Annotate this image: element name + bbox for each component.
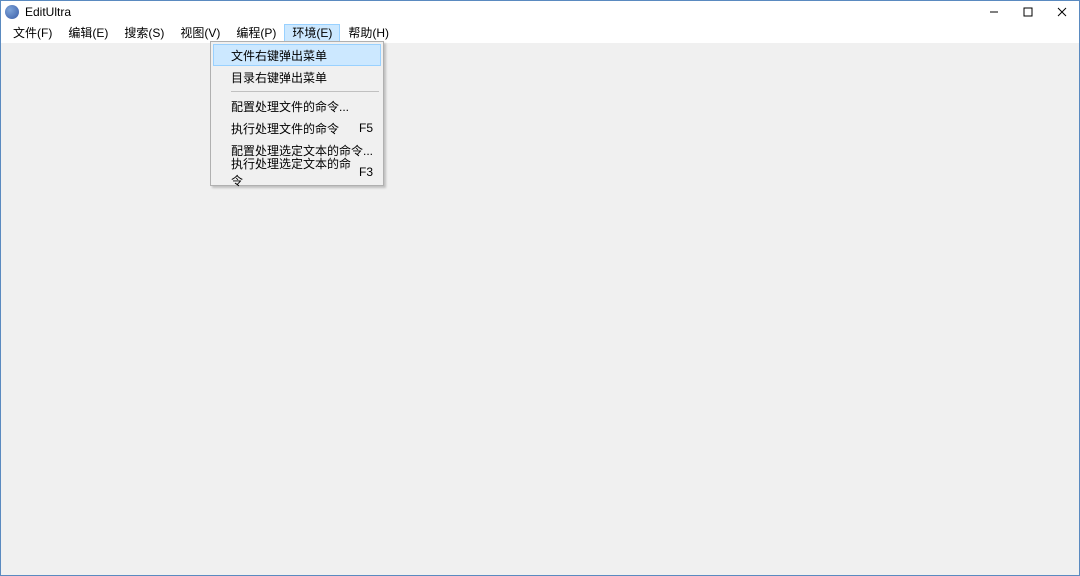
- dropdown-item-run-file-cmd[interactable]: 执行处理文件的命令 F5: [213, 117, 381, 139]
- window-controls: [977, 1, 1079, 23]
- menu-search[interactable]: 搜索(S): [116, 24, 172, 42]
- menu-help[interactable]: 帮助(H): [340, 24, 397, 42]
- dropdown-item-label: 执行处理选定文本的命令: [231, 155, 359, 189]
- menubar: 文件(F) 编辑(E) 搜索(S) 视图(V) 编程(P) 环境(E) 帮助(H…: [1, 23, 1079, 43]
- dropdown-item-label: 执行处理文件的命令: [231, 120, 339, 137]
- minimize-button[interactable]: [977, 1, 1011, 23]
- titlebar: EditUltra: [1, 1, 1079, 23]
- dropdown-item-shortcut: F3: [359, 165, 373, 179]
- dropdown-item-run-text-cmd[interactable]: 执行处理选定文本的命令 F3: [213, 161, 381, 183]
- menu-environment[interactable]: 环境(E): [284, 24, 340, 42]
- dropdown-item-config-file-cmd[interactable]: 配置处理文件的命令...: [213, 95, 381, 117]
- window-title: EditUltra: [25, 5, 71, 19]
- dropdown-item-label: 目录右键弹出菜单: [231, 69, 327, 86]
- app-icon: [5, 5, 19, 19]
- dropdown-item-label: 配置处理文件的命令...: [231, 98, 349, 115]
- menu-program[interactable]: 编程(P): [228, 24, 284, 42]
- menu-view[interactable]: 视图(V): [172, 24, 228, 42]
- maximize-button[interactable]: [1011, 1, 1045, 23]
- close-button[interactable]: [1045, 1, 1079, 23]
- dropdown-item-label: 文件右键弹出菜单: [231, 47, 327, 64]
- content-area: [1, 43, 1079, 575]
- menu-edit[interactable]: 编辑(E): [60, 24, 116, 42]
- dropdown-item-dir-context-menu[interactable]: 目录右键弹出菜单: [213, 66, 381, 88]
- dropdown-item-file-context-menu[interactable]: 文件右键弹出菜单: [213, 44, 381, 66]
- dropdown-separator: [231, 91, 379, 92]
- environment-dropdown: 文件右键弹出菜单 目录右键弹出菜单 配置处理文件的命令... 执行处理文件的命令…: [210, 41, 384, 186]
- dropdown-item-shortcut: F5: [359, 121, 373, 135]
- menu-file[interactable]: 文件(F): [5, 24, 60, 42]
